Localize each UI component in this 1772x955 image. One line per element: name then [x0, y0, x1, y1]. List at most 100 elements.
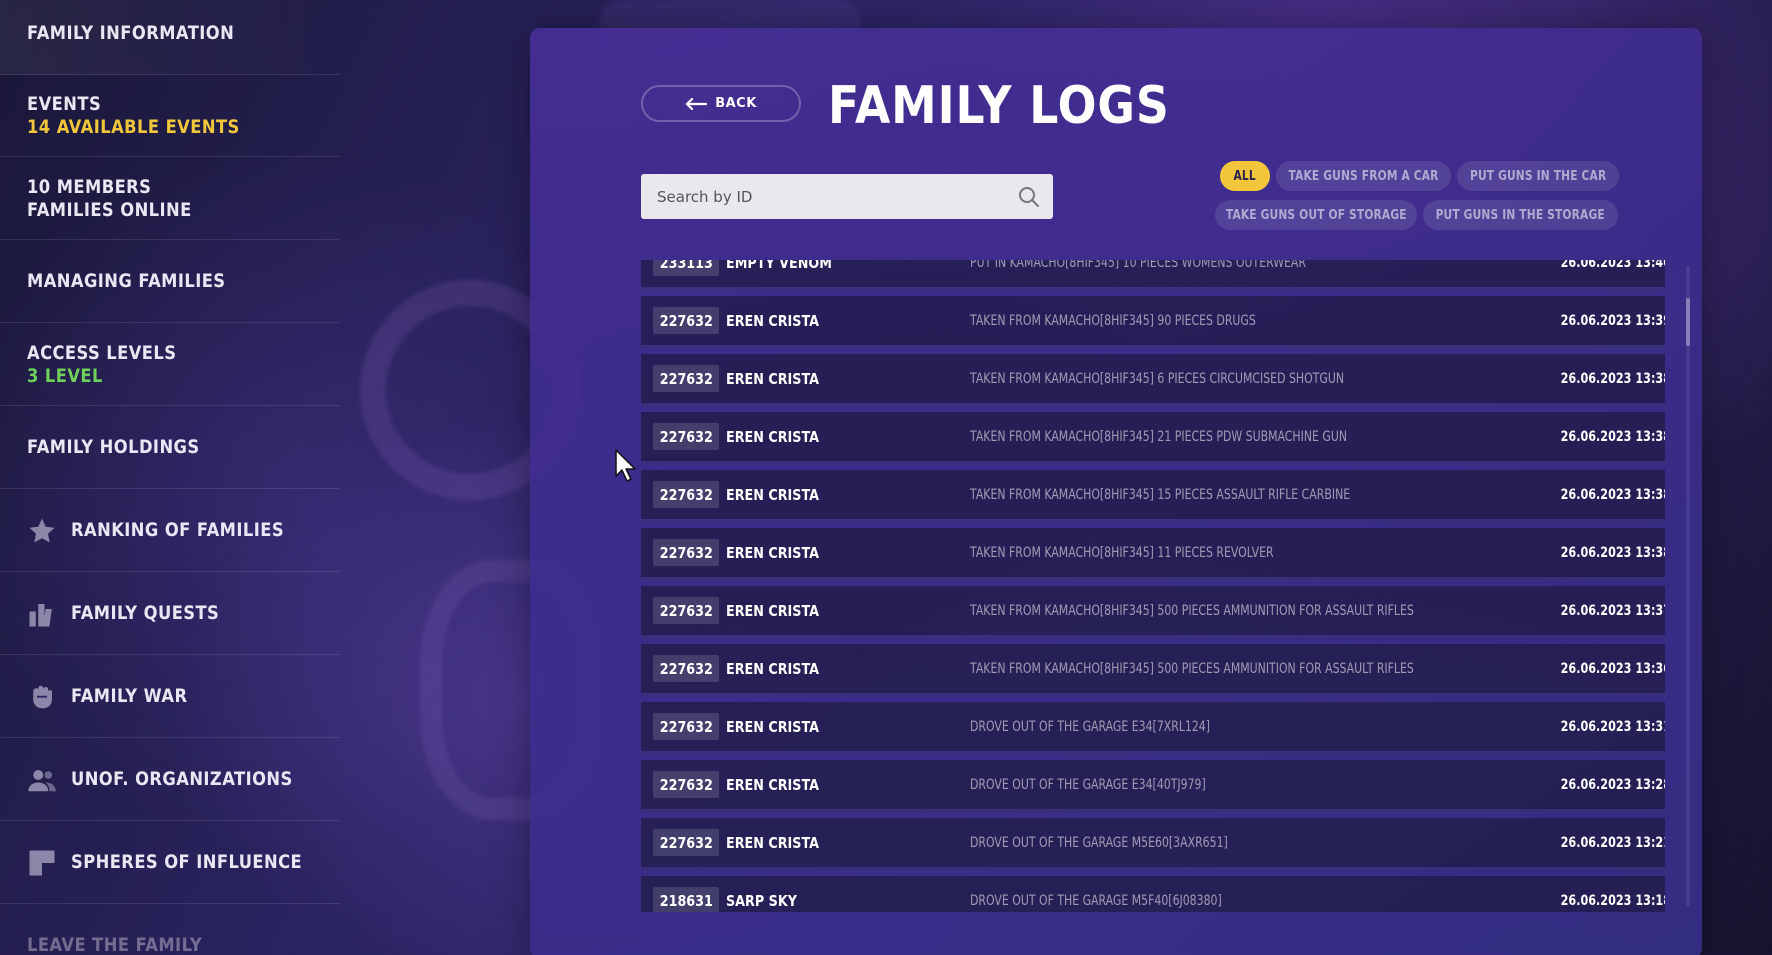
search-box	[641, 174, 1053, 219]
sidebar-item-ranking[interactable]: RANKING OF FAMILIES	[0, 490, 340, 572]
sidebar-item-label: MANAGING FAMILIES	[27, 270, 226, 292]
log-timestamp: 26.06.2023 13:28	[1560, 776, 1665, 793]
members-sub: FAMILIES ONLINE	[27, 198, 192, 221]
people-icon	[27, 765, 57, 795]
sidebar-item-label: 10 MEMBERS	[27, 175, 152, 198]
search-input[interactable]	[657, 187, 1017, 206]
log-player-name: EREN CRISTA	[726, 369, 820, 388]
log-player-name: EREN CRISTA	[726, 717, 820, 736]
filter-chips: ALL TAKE GUNS FROM A CAR PUT GUNS IN THE…	[1215, 158, 1640, 238]
log-timestamp: 26.06.2023 13:40	[1560, 260, 1665, 271]
log-id: 227632	[653, 307, 719, 334]
sidebar-item-family-holdings[interactable]: FAMILY HOLDINGS	[0, 407, 340, 489]
sidebar-item-label: FAMILY WAR	[71, 685, 188, 707]
log-row: 227632 EREN CRISTA DROVE OUT OF THE GARA…	[641, 760, 1665, 813]
filter-all[interactable]: ALL	[1220, 161, 1270, 191]
log-id: 227632	[653, 423, 719, 450]
search-icon[interactable]	[1017, 185, 1041, 209]
sidebar-item-events[interactable]: EVENTS 14 AVAILABLE EVENTS	[0, 75, 340, 157]
log-player-name: EREN CRISTA	[726, 485, 820, 504]
sidebar-item-leave-family[interactable]: LEAVE THE FAMILY	[0, 905, 340, 955]
scrollbar-thumb[interactable]	[1686, 298, 1690, 346]
sidebar-item-label: FAMILY INFORMATION	[27, 22, 235, 44]
log-timestamp: 26.06.2023 13:38	[1560, 428, 1665, 445]
arrow-left-icon	[685, 97, 708, 110]
log-timestamp: 26.06.2023 13:38	[1560, 486, 1665, 503]
log-timestamp: 26.06.2023 13:18	[1560, 892, 1665, 909]
sidebar-item-members[interactable]: 10 MEMBERS FAMILIES ONLINE	[0, 158, 340, 240]
log-description: TAKEN FROM KAMACHO[8HIF345] 11 PIECES RE…	[970, 544, 1274, 561]
bars-icon	[27, 599, 57, 629]
log-id: 227632	[653, 771, 719, 798]
sidebar-item-family-war[interactable]: FAMILY WAR	[0, 656, 340, 738]
mouse-cursor-icon	[615, 449, 636, 482]
log-player-name: EREN CRISTA	[726, 311, 820, 330]
log-id: 233113	[653, 260, 719, 276]
sidebar-item-label: LEAVE THE FAMILY	[27, 934, 203, 955]
scrollbar[interactable]	[1686, 266, 1690, 906]
log-timestamp: 26.06.2023 13:38	[1560, 544, 1665, 561]
log-row: 227632 EREN CRISTA TAKEN FROM KAMACHO[8H…	[641, 644, 1665, 697]
filter-label: ALL	[1233, 168, 1257, 184]
sidebar-item-label: SPHERES OF INFLUENCE	[71, 851, 303, 873]
log-row: 227632 EREN CRISTA DROVE OUT OF THE GARA…	[641, 818, 1665, 871]
log-row: 218631 SARP SKY DROVE OUT OF THE GARAGE …	[641, 876, 1665, 912]
log-player-name: EREN CRISTA	[726, 601, 820, 620]
back-label: BACK	[715, 96, 757, 111]
log-player-name: SARP SKY	[726, 891, 797, 910]
back-button[interactable]: BACK	[641, 85, 801, 122]
log-player-name: EMPTY VENOM	[726, 260, 832, 272]
log-timestamp: 26.06.2023 13:36	[1560, 660, 1665, 677]
sidebar-item-label: UNOF. ORGANIZATIONS	[71, 768, 293, 790]
log-row: 233113 EMPTY VENOM PUT IN KAMACHO[8HIF34…	[641, 260, 1665, 291]
sidebar-item-label: ACCESS LEVELS	[27, 341, 177, 364]
filter-label: PUT GUNS IN THE CAR	[1469, 168, 1607, 184]
sidebar-item-quests[interactable]: FAMILY QUESTS	[0, 573, 340, 655]
log-description: TAKEN FROM KAMACHO[8HIF345] 500 PIECES A…	[970, 660, 1414, 677]
log-id: 227632	[653, 829, 719, 856]
sidebar-item-family-information[interactable]: FAMILY INFORMATION	[0, 0, 340, 75]
sidebar-item-managing-families[interactable]: MANAGING FAMILIES	[0, 241, 340, 323]
log-row: 227632 EREN CRISTA TAKEN FROM KAMACHO[8H…	[641, 528, 1665, 581]
sidebar-item-unof-organizations[interactable]: UNOF. ORGANIZATIONS	[0, 739, 340, 821]
log-id: 227632	[653, 481, 719, 508]
flag-icon	[27, 848, 57, 878]
log-row: 227632 EREN CRISTA TAKEN FROM KAMACHO[8H…	[641, 296, 1665, 349]
log-timestamp: 26.06.2023 13:39	[1560, 312, 1665, 329]
sidebar-item-spheres-of-influence[interactable]: SPHERES OF INFLUENCE	[0, 822, 340, 904]
access-level-value: 3 LEVEL	[27, 364, 103, 387]
sidebar-item-label: FAMILY QUESTS	[71, 602, 220, 624]
log-player-name: EREN CRISTA	[726, 775, 820, 794]
filter-put-guns-in-storage[interactable]: PUT GUNS IN THE STORAGE	[1423, 200, 1618, 230]
log-id: 227632	[653, 713, 719, 740]
log-player-name: EREN CRISTA	[726, 833, 820, 852]
log-description: DROVE OUT OF THE GARAGE M5F40[6J08380]	[970, 892, 1222, 909]
sidebar-item-access-levels[interactable]: ACCESS LEVELS 3 LEVEL	[0, 324, 340, 406]
log-timestamp: 26.06.2023 13:37	[1560, 602, 1665, 619]
family-logs-panel: BACK FAMILY LOGS ALL TAKE GUNS FROM A CA…	[530, 28, 1702, 955]
filter-put-guns-in-car[interactable]: PUT GUNS IN THE CAR	[1457, 161, 1619, 191]
log-description: DROVE OUT OF THE GARAGE E34[40TJ979]	[970, 776, 1206, 793]
log-player-name: EREN CRISTA	[726, 427, 820, 446]
log-player-name: EREN CRISTA	[726, 543, 820, 562]
sidebar-item-label: EVENTS	[27, 92, 102, 115]
log-row: 227632 EREN CRISTA TAKEN FROM KAMACHO[8H…	[641, 470, 1665, 523]
log-list[interactable]: 233113 EMPTY VENOM PUT IN KAMACHO[8HIF34…	[641, 260, 1665, 912]
log-description: DROVE OUT OF THE GARAGE M5E60[3AXR651]	[970, 834, 1228, 851]
log-timestamp: 26.06.2023 13:21	[1560, 834, 1665, 851]
log-timestamp: 26.06.2023 13:31	[1560, 718, 1665, 735]
filter-take-guns-from-car[interactable]: TAKE GUNS FROM A CAR	[1276, 161, 1451, 191]
fist-icon	[27, 682, 57, 712]
log-id: 218631	[653, 887, 719, 912]
log-description: DROVE OUT OF THE GARAGE E34[7XRL124]	[970, 718, 1211, 735]
log-id: 227632	[653, 597, 719, 624]
page-title: FAMILY LOGS	[828, 76, 1170, 136]
sidebar-item-label: FAMILY HOLDINGS	[27, 436, 200, 458]
log-timestamp: 26.06.2023 13:38	[1560, 370, 1665, 387]
log-description: TAKEN FROM KAMACHO[8HIF345] 6 PIECES CIR…	[970, 370, 1344, 387]
sidebar-item-label: RANKING OF FAMILIES	[71, 519, 285, 541]
log-row: 227632 EREN CRISTA TAKEN FROM KAMACHO[8H…	[641, 586, 1665, 639]
filter-take-guns-out-of-storage[interactable]: TAKE GUNS OUT OF STORAGE	[1215, 200, 1417, 230]
star-icon	[27, 516, 57, 546]
filter-label: TAKE GUNS OUT OF STORAGE	[1225, 207, 1407, 223]
